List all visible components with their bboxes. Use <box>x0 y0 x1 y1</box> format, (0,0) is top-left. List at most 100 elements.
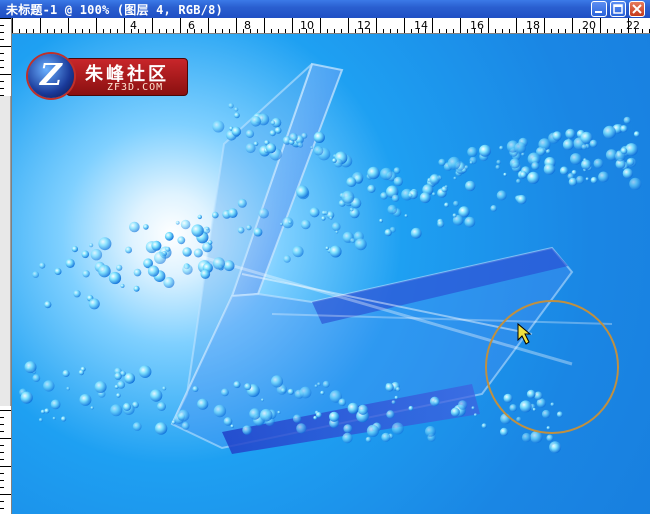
ruler-tick <box>159 29 160 33</box>
water-drop <box>280 387 287 394</box>
ruler-tick <box>54 29 55 33</box>
water-drop <box>125 246 132 254</box>
maximize-button[interactable] <box>610 1 626 17</box>
water-drop <box>450 407 460 417</box>
ruler-tick <box>0 438 11 439</box>
water-drop <box>132 422 142 431</box>
water-drop <box>154 422 168 435</box>
water-drop <box>391 422 404 435</box>
water-drop <box>433 399 440 406</box>
ruler-tick <box>285 29 286 33</box>
water-drop <box>452 213 457 218</box>
water-drop <box>114 372 122 380</box>
water-drop <box>516 178 521 184</box>
water-drop <box>32 374 41 382</box>
water-drop <box>253 227 263 237</box>
water-drop <box>332 158 337 163</box>
water-drop <box>138 365 152 379</box>
water-drop <box>162 386 167 391</box>
water-drop <box>509 158 520 169</box>
ruler-tick <box>0 473 4 474</box>
ruler-tick <box>607 29 608 33</box>
title-bar[interactable]: 未标题-1 @ 100% (图层 4, RGB/8) <box>0 0 650 18</box>
ruler-tick <box>173 29 174 33</box>
water-drop <box>116 393 121 398</box>
water-drop <box>349 207 354 212</box>
ruler-tick <box>47 29 48 33</box>
water-drop <box>44 301 52 309</box>
water-drop <box>193 248 203 258</box>
water-drop <box>367 166 380 180</box>
water-drop <box>180 219 191 230</box>
water-drop <box>381 432 391 442</box>
ruler-tick <box>523 29 524 33</box>
water-drop <box>212 211 219 219</box>
water-drop <box>133 268 142 277</box>
water-drop <box>387 204 398 215</box>
water-drop <box>467 146 478 158</box>
water-drop <box>78 369 85 376</box>
water-drop <box>71 246 78 253</box>
water-drop <box>521 432 532 443</box>
water-drop <box>589 139 598 148</box>
ruler-tick <box>467 29 468 33</box>
water-drop <box>292 246 304 258</box>
ruler-tick <box>579 29 580 33</box>
document-canvas[interactable]: 朱峰社区 ZF3D.COM Z <box>12 34 650 514</box>
water-drop <box>147 265 160 277</box>
water-drop <box>367 184 376 193</box>
maximize-icon <box>613 4 623 14</box>
water-drop <box>346 177 357 188</box>
ruler-label: 10 <box>300 19 314 32</box>
ruler-tick <box>0 466 11 467</box>
water-drop <box>457 400 468 410</box>
water-drop <box>471 406 475 410</box>
water-drop <box>391 400 396 405</box>
water-drop <box>629 177 642 190</box>
ruler-tick <box>460 18 461 33</box>
water-drop <box>233 381 241 389</box>
water-drop <box>385 383 394 392</box>
ruler-tick <box>0 88 4 89</box>
water-drop <box>556 411 563 418</box>
ruler-tick <box>621 29 622 33</box>
water-drop <box>581 159 592 170</box>
water-drop <box>496 190 507 201</box>
ruler-tick <box>0 18 11 19</box>
water-drop <box>550 402 555 407</box>
ruler-tick <box>439 29 440 33</box>
ruler-label: 12 <box>357 19 371 32</box>
water-drop <box>205 227 209 231</box>
ruler-label: 22 <box>626 19 640 32</box>
water-drop <box>283 255 291 263</box>
water-drop <box>259 408 273 422</box>
ruler-label: 20 <box>582 19 596 32</box>
ruler-tick <box>0 487 4 488</box>
minimize-icon <box>595 11 602 13</box>
water-drop <box>391 194 400 202</box>
water-drop <box>408 193 413 198</box>
water-drop <box>54 268 62 275</box>
ruler-tick <box>145 29 146 33</box>
close-button[interactable] <box>629 1 645 17</box>
water-drop <box>288 220 292 225</box>
water-drop <box>32 271 39 278</box>
water-drop <box>590 176 598 184</box>
water-drop <box>365 436 372 443</box>
water-drop <box>341 190 355 204</box>
minimize-button[interactable] <box>591 1 607 17</box>
canvas-artwork <box>19 62 642 454</box>
water-drop <box>66 386 70 391</box>
water-drop <box>62 369 70 378</box>
water-drop <box>177 409 190 422</box>
water-drop <box>531 162 540 170</box>
water-drop <box>338 398 347 407</box>
water-drop <box>244 383 252 391</box>
water-drop <box>44 408 50 414</box>
horizontal-ruler[interactable]: 4 6 8 10 12 14 16 18 20 22 <box>12 18 650 34</box>
ruler-tick <box>222 29 223 33</box>
water-drop <box>444 185 448 189</box>
water-drop <box>499 145 504 150</box>
water-drop <box>437 220 445 228</box>
water-drop <box>366 424 379 437</box>
